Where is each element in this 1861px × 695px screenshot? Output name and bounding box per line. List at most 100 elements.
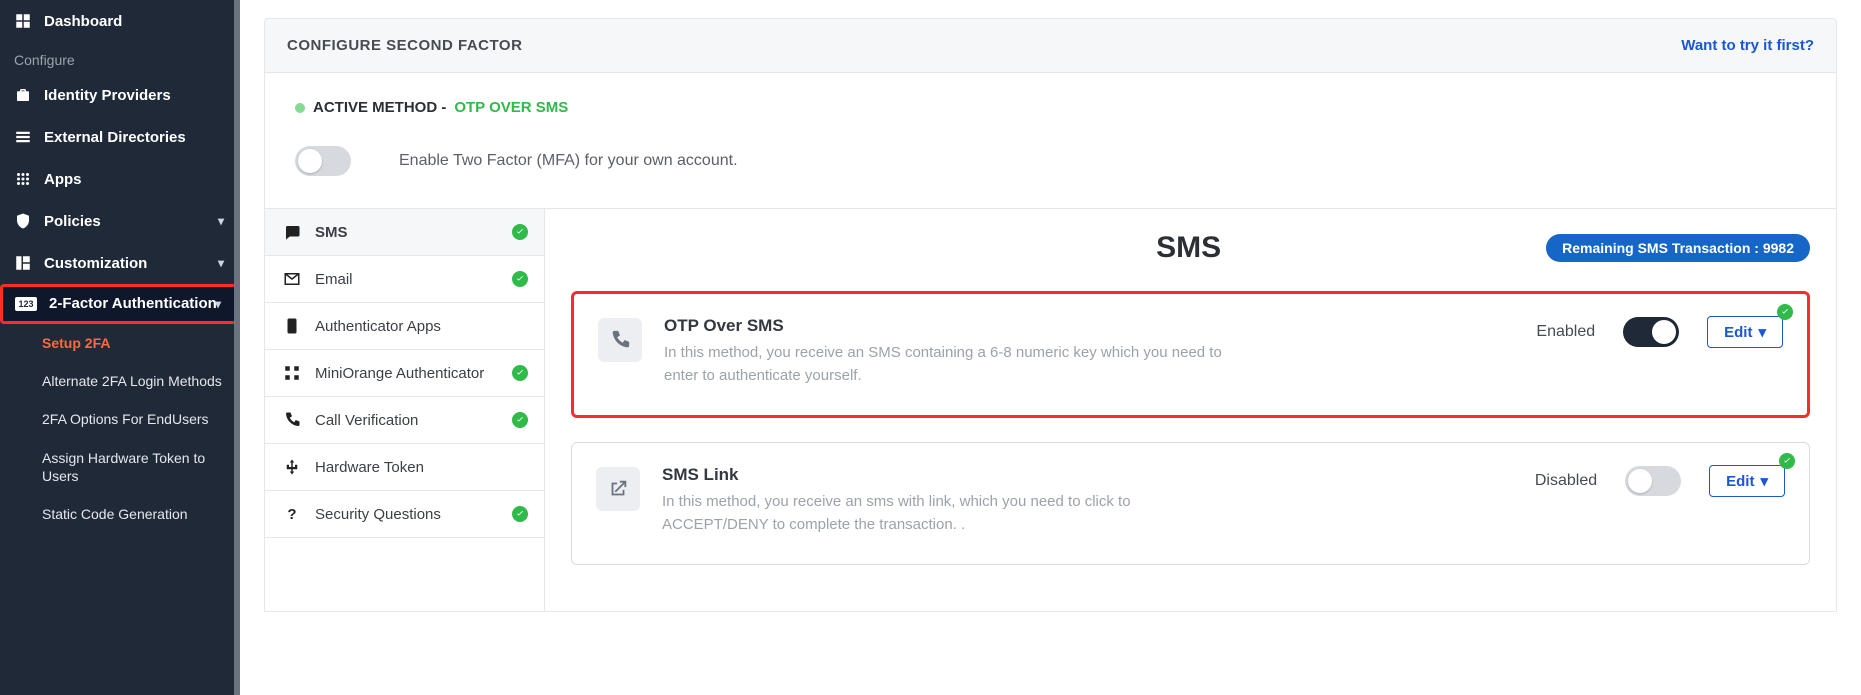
content-column: SMS Remaining SMS Transaction : 9982 OTP… (545, 209, 1836, 611)
badge-value: 9982 (1763, 240, 1794, 256)
nav-label: External Directories (44, 129, 186, 146)
phone-auth-icon (283, 317, 301, 335)
check-icon (512, 412, 528, 428)
nav-section-configure: Configure (0, 42, 240, 74)
chevron-down-icon: ▾ (218, 256, 224, 270)
method-state: Disabled (1535, 472, 1597, 490)
chevron-down-icon: ▾ (1758, 323, 1766, 341)
nav-apps[interactable]: Apps (0, 158, 240, 200)
sidebar: Dashboard Configure Identity Providers E… (0, 0, 240, 695)
category-label: Security Questions (315, 506, 441, 523)
enable-mfa-text: Enable Two Factor (MFA) for your own acc… (399, 152, 738, 170)
list-icon (14, 128, 32, 146)
main-content: CONFIGURE SECOND FACTOR Want to try it f… (240, 0, 1861, 695)
check-icon (1779, 453, 1795, 469)
category-label: Email (315, 271, 353, 288)
status-dot-icon (295, 103, 305, 113)
phone-icon (283, 411, 301, 429)
method-icon (598, 318, 642, 362)
category-label: SMS (315, 224, 348, 241)
nav-label: Apps (44, 171, 82, 188)
panel-body: ACTIVE METHOD - OTP OVER SMS Enable Two … (264, 73, 1837, 209)
check-icon (1777, 304, 1793, 320)
method-controls: Disabled Edit ▾ (1535, 465, 1785, 497)
nav-label: Dashboard (44, 13, 122, 30)
remaining-sms-badge: Remaining SMS Transaction : 9982 (1546, 234, 1810, 262)
subnav-assign-token[interactable]: Assign Hardware Token to Users (14, 439, 240, 495)
badge-label: Remaining SMS Transaction : (1562, 240, 1763, 256)
nav-dashboard[interactable]: Dashboard (0, 0, 240, 42)
usb-icon (283, 458, 301, 476)
chevron-down-icon: ▾ (215, 297, 221, 311)
sms-icon (283, 223, 301, 241)
method-title: OTP Over SMS (664, 316, 1514, 336)
subnav-static-code[interactable]: Static Code Generation (14, 495, 240, 533)
methods-section: SMS Email Authenticator Apps (264, 209, 1837, 612)
active-method-row: ACTIVE METHOD - OTP OVER SMS (295, 99, 1806, 116)
category-label: Call Verification (315, 412, 418, 429)
active-method-label: ACTIVE METHOD - (313, 99, 446, 116)
nav-label: Identity Providers (44, 87, 171, 104)
category-email[interactable]: Email (265, 256, 544, 303)
nav-2fa[interactable]: 123 2-Factor Authentication ▾ (0, 284, 240, 324)
layout-icon (14, 254, 32, 272)
check-icon (512, 365, 528, 381)
chevron-down-icon: ▾ (1760, 472, 1768, 490)
enable-mfa-toggle[interactable] (295, 146, 351, 176)
category-hardware[interactable]: Hardware Token (265, 444, 544, 491)
content-header: SMS Remaining SMS Transaction : 9982 (571, 231, 1810, 265)
category-label: Authenticator Apps (315, 318, 441, 335)
content-heading: SMS (1156, 231, 1221, 265)
method-card: OTP Over SMS In this method, you receive … (571, 291, 1810, 418)
page-title: CONFIGURE SECOND FACTOR (287, 37, 522, 54)
method-controls: Enabled Edit ▾ (1536, 316, 1783, 348)
grid-icon (14, 170, 32, 188)
method-toggle[interactable] (1625, 466, 1681, 496)
briefcase-icon (14, 86, 32, 104)
method-title: SMS Link (662, 465, 1513, 485)
dashboard-icon (14, 12, 32, 30)
subnav-endusers[interactable]: 2FA Options For EndUsers (14, 400, 240, 438)
otp-icon: 123 (15, 297, 37, 311)
method-toggle[interactable] (1623, 317, 1679, 347)
active-method-value: OTP OVER SMS (454, 99, 568, 116)
method-icon (596, 467, 640, 511)
category-list: SMS Email Authenticator Apps (265, 209, 545, 611)
check-icon (512, 506, 528, 522)
method-card: SMS Link In this method, you receive an s… (571, 442, 1810, 565)
edit-button[interactable]: Edit ▾ (1707, 316, 1783, 348)
nav-policies[interactable]: Policies ▾ (0, 200, 240, 242)
shield-icon (14, 212, 32, 230)
nav-customization[interactable]: Customization ▾ (0, 242, 240, 284)
nav-2fa-subitems: Setup 2FA Alternate 2FA Login Methods 2F… (0, 324, 240, 533)
email-icon (283, 270, 301, 288)
category-call[interactable]: Call Verification (265, 397, 544, 444)
subnav-alternate-methods[interactable]: Alternate 2FA Login Methods (14, 362, 240, 400)
check-icon (512, 224, 528, 240)
category-auth-apps[interactable]: Authenticator Apps (265, 303, 544, 350)
method-state: Enabled (1536, 323, 1595, 341)
method-desc: In this method, you receive an SMS conta… (664, 342, 1224, 387)
qr-icon (283, 364, 301, 382)
check-icon (512, 271, 528, 287)
enable-mfa-row: Enable Two Factor (MFA) for your own acc… (295, 146, 1806, 176)
method-body: SMS Link In this method, you receive an s… (662, 465, 1513, 536)
method-desc: In this method, you receive an sms with … (662, 491, 1222, 536)
chevron-down-icon: ▾ (218, 214, 224, 228)
nav-external-directories[interactable]: External Directories (0, 116, 240, 158)
nav-label: 2-Factor Authentication (49, 295, 217, 313)
try-it-link[interactable]: Want to try it first? (1681, 37, 1814, 54)
methods-container: OTP Over SMS In this method, you receive … (571, 291, 1810, 565)
edit-button[interactable]: Edit ▾ (1709, 465, 1785, 497)
nav-identity-providers[interactable]: Identity Providers (0, 74, 240, 116)
panel-header: CONFIGURE SECOND FACTOR Want to try it f… (264, 18, 1837, 73)
subnav-setup-2fa[interactable]: Setup 2FA (14, 324, 240, 362)
category-miniorange[interactable]: MiniOrange Authenticator (265, 350, 544, 397)
nav-label: Customization (44, 255, 147, 272)
category-label: MiniOrange Authenticator (315, 365, 484, 382)
method-body: OTP Over SMS In this method, you receive … (664, 316, 1514, 387)
category-sms[interactable]: SMS (265, 209, 544, 256)
question-icon: ? (283, 505, 301, 523)
category-label: Hardware Token (315, 459, 424, 476)
category-security-questions[interactable]: ? Security Questions (265, 491, 544, 538)
